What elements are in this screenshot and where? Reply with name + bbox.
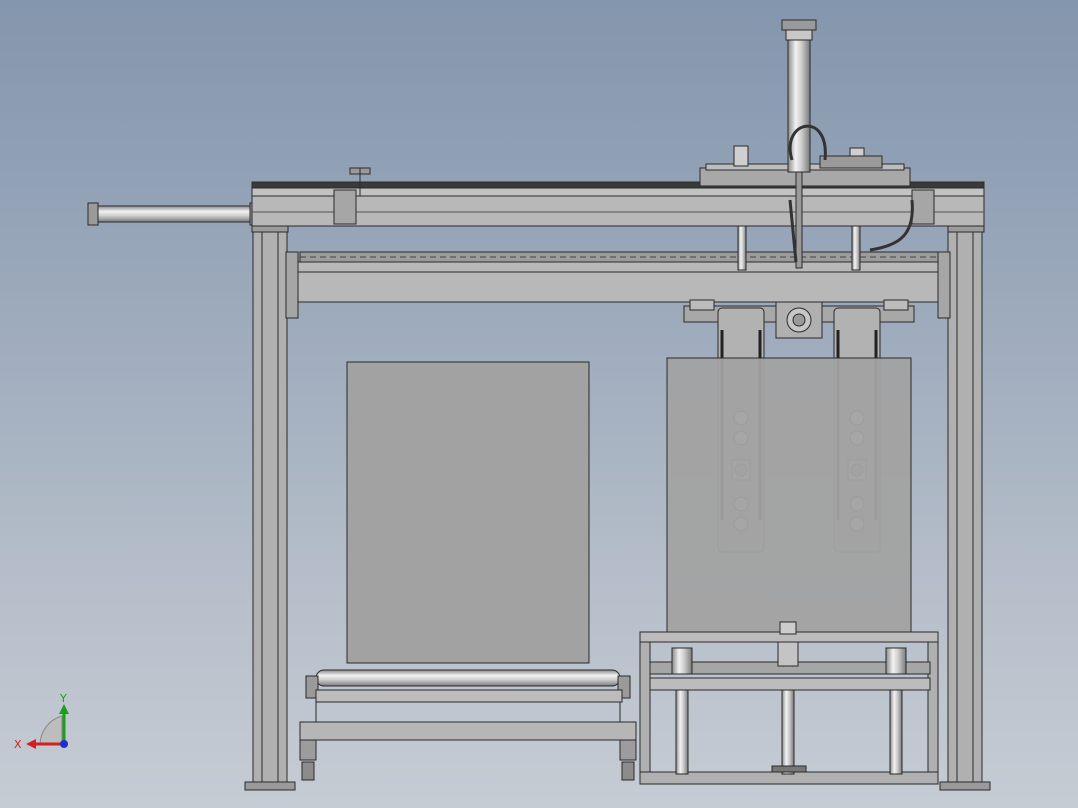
x-axis-arrow (26, 739, 36, 749)
triad-plane (39, 715, 63, 745)
cad-viewport[interactable]: Y X (0, 0, 1078, 808)
z-axis-dot (60, 740, 68, 748)
x-axis-label: X (14, 738, 22, 751)
y-axis-label: Y (59, 692, 67, 705)
orientation-triad: Y X (14, 692, 69, 751)
y-axis-arrow (59, 704, 69, 714)
